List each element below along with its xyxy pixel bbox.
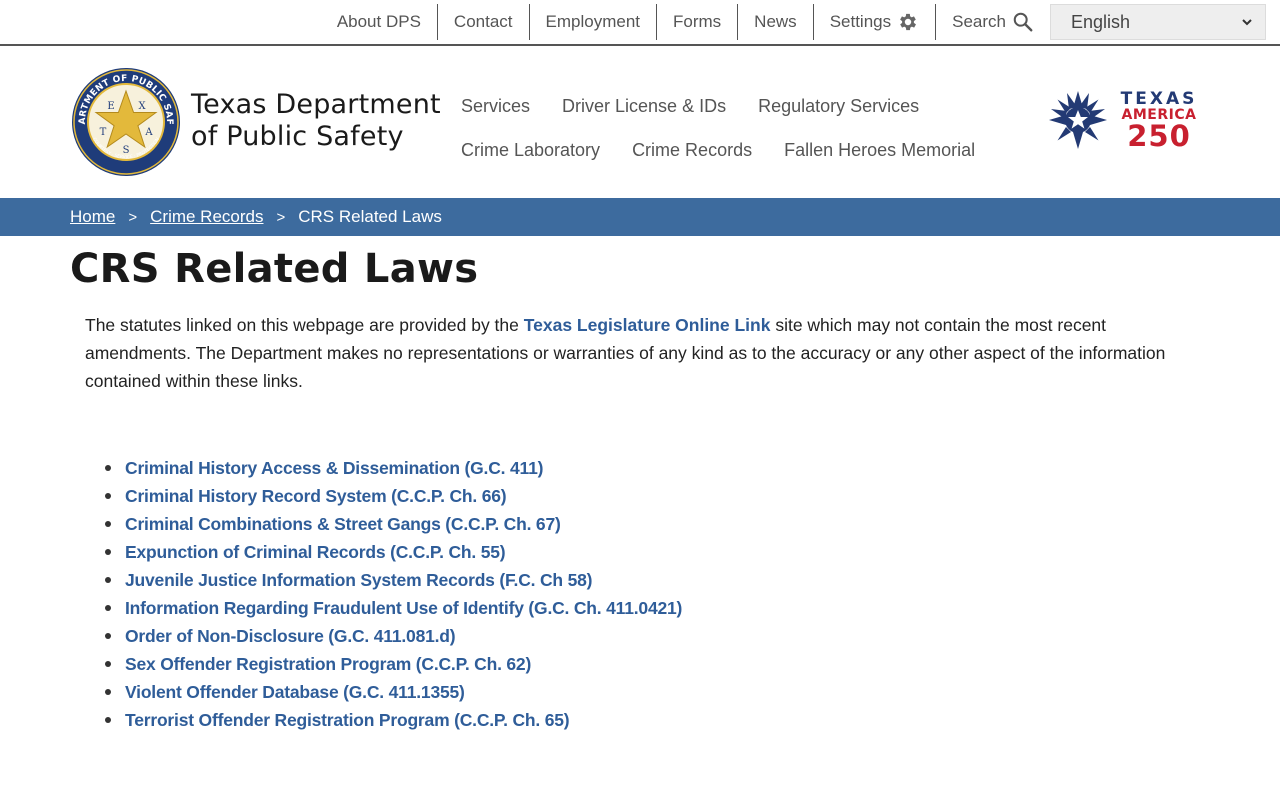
- seal-letter-t: T: [100, 127, 107, 138]
- main-nav-row: Crime Laboratory Crime Records Fallen He…: [461, 130, 1001, 170]
- bullet-icon: [105, 661, 111, 667]
- list-item: Information Regarding Fraudulent Use of …: [105, 594, 682, 622]
- seal-letter-a: A: [144, 127, 153, 138]
- nav-item-fallen-heroes[interactable]: Fallen Heroes Memorial: [784, 140, 975, 161]
- badge-line1: TEXAS: [1120, 89, 1198, 109]
- law-link[interactable]: Information Regarding Fraudulent Use of …: [125, 598, 682, 619]
- utility-link-forms[interactable]: Forms: [656, 4, 737, 40]
- bullet-icon: [105, 605, 111, 611]
- texas-legislature-link[interactable]: Texas Legislature Online Link: [524, 315, 771, 335]
- seal-letter-s: S: [123, 145, 130, 156]
- language-select[interactable]: English: [1050, 4, 1266, 40]
- utility-link-contact[interactable]: Contact: [436, 4, 529, 40]
- list-item: Expunction of Criminal Records (C.C.P. C…: [105, 538, 682, 566]
- breadcrumb: Home > Crime Records > CRS Related Laws: [0, 198, 1280, 236]
- bullet-icon: [105, 689, 111, 695]
- law-link[interactable]: Juvenile Justice Information System Reco…: [125, 570, 592, 591]
- law-link[interactable]: Violent Offender Database (G.C. 411.1355…: [125, 682, 465, 703]
- agency-name-line2: of Public Safety: [191, 121, 404, 152]
- gear-icon: [900, 13, 917, 31]
- seal-letter-x: X: [138, 101, 146, 112]
- nav-item-crime-records[interactable]: Crime Records: [632, 140, 752, 161]
- seal-letter-e: E: [107, 101, 114, 112]
- list-item: Sex Offender Registration Program (C.C.P…: [105, 650, 682, 678]
- nav-item-crime-laboratory[interactable]: Crime Laboratory: [461, 140, 600, 161]
- intro-text-before: The statutes linked on this webpage are …: [85, 315, 524, 335]
- search-icon: [1013, 12, 1033, 32]
- breadcrumb-crime-records[interactable]: Crime Records: [150, 207, 263, 227]
- badge-text: TEXAS AMERICA 250: [1113, 89, 1205, 153]
- utility-bar: About DPS Contact Employment Forms News …: [0, 0, 1280, 46]
- law-list: Criminal History Access & Dissemination …: [105, 454, 682, 734]
- nav-item-regulatory-services[interactable]: Regulatory Services: [758, 96, 919, 117]
- main-nav-row: Services Driver License & IDs Regulatory…: [461, 86, 1001, 126]
- dps-seal-logo[interactable]: DEPARTMENT OF PUBLIC SAFETY COURTESY · S…: [71, 67, 181, 177]
- list-item: Criminal History Access & Dissemination …: [105, 454, 682, 482]
- settings-button[interactable]: Settings: [812, 4, 935, 40]
- bullet-icon: [105, 465, 111, 471]
- bullet-icon: [105, 549, 111, 555]
- agency-name[interactable]: Texas Department of Public Safety: [191, 89, 441, 153]
- badge-line3: 250: [1127, 119, 1191, 153]
- search-label: Search: [952, 12, 1006, 31]
- star-burst-icon: [1049, 91, 1107, 149]
- law-link[interactable]: Criminal Combinations & Street Gangs (C.…: [125, 514, 561, 535]
- list-item: Juvenile Justice Information System Reco…: [105, 566, 682, 594]
- list-item: Criminal Combinations & Street Gangs (C.…: [105, 510, 682, 538]
- intro-paragraph: The statutes linked on this webpage are …: [85, 311, 1205, 395]
- search-button[interactable]: Search: [935, 4, 1050, 40]
- bullet-icon: [105, 717, 111, 723]
- law-link[interactable]: Order of Non-Disclosure (G.C. 411.081.d): [125, 626, 456, 647]
- utility-link-employment[interactable]: Employment: [528, 4, 656, 40]
- bullet-icon: [105, 521, 111, 527]
- bullet-icon: [105, 633, 111, 639]
- list-item: Order of Non-Disclosure (G.C. 411.081.d): [105, 622, 682, 650]
- law-link[interactable]: Criminal History Record System (C.C.P. C…: [125, 486, 507, 507]
- language-select-value: English: [1071, 11, 1131, 32]
- breadcrumb-separator: >: [128, 208, 138, 226]
- main-nav: Services Driver License & IDs Regulatory…: [461, 86, 1001, 174]
- utility-link-news[interactable]: News: [737, 4, 813, 40]
- breadcrumb-home[interactable]: Home: [70, 207, 115, 227]
- bullet-icon: [105, 577, 111, 583]
- law-link[interactable]: Expunction of Criminal Records (C.C.P. C…: [125, 542, 506, 563]
- list-item: Criminal History Record System (C.C.P. C…: [105, 482, 682, 510]
- utility-link-about[interactable]: About DPS: [321, 4, 437, 40]
- nav-item-services[interactable]: Services: [461, 96, 530, 117]
- page-title: CRS Related Laws: [70, 246, 479, 292]
- agency-name-line1: Texas Department: [191, 89, 441, 120]
- list-item: Terrorist Offender Registration Program …: [105, 706, 682, 734]
- texas-america-250-logo[interactable]: TEXAS AMERICA 250: [1049, 89, 1205, 153]
- law-link[interactable]: Sex Offender Registration Program (C.C.P…: [125, 654, 531, 675]
- utility-links: About DPS Contact Employment Forms News …: [321, 4, 1050, 40]
- breadcrumb-current: CRS Related Laws: [298, 207, 442, 226]
- bullet-icon: [105, 493, 111, 499]
- list-item: Violent Offender Database (G.C. 411.1355…: [105, 678, 682, 706]
- law-link[interactable]: Criminal History Access & Dissemination …: [125, 458, 543, 479]
- nav-item-driver-license[interactable]: Driver License & IDs: [562, 96, 726, 117]
- breadcrumb-separator: >: [276, 208, 286, 226]
- law-link[interactable]: Terrorist Offender Registration Program …: [125, 710, 570, 731]
- chevron-down-icon: [1242, 19, 1252, 26]
- settings-label: Settings: [829, 12, 892, 31]
